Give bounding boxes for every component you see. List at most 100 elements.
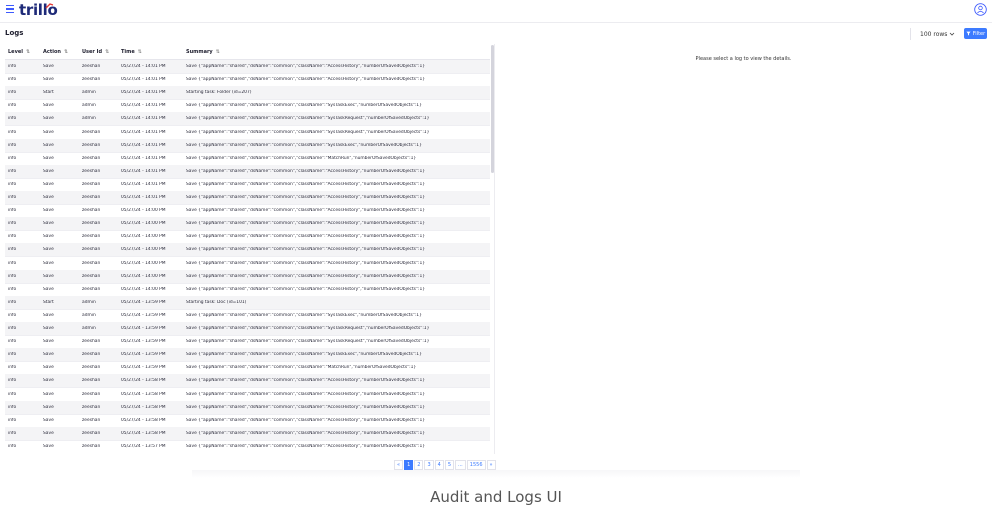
- cell-time: 05/27/24 - 14:01 PM: [121, 129, 166, 135]
- cell-user-id: zeeshan: [82, 286, 101, 292]
- table-row[interactable]: info Save zeeshan 05/27/24 - 14:01 PM Save {…: [5, 126, 490, 140]
- cell-user-id: admin: [82, 116, 96, 122]
- cell-user-id: zeeshan: [82, 391, 101, 397]
- table-row[interactable]: info Save zeeshan 05/27/24 - 13:58 PM Save {…: [5, 388, 490, 402]
- pagination-page-3[interactable]: 3: [424, 460, 434, 470]
- table-row[interactable]: info Save zeeshan 05/27/24 - 14:00 PM Save {…: [5, 269, 490, 284]
- column-header-summary[interactable]: Summary ⇅: [186, 49, 220, 55]
- cell-action: Save: [43, 417, 54, 423]
- cell-summary: Save {"appName":"shared","dsName":"commo…: [186, 142, 422, 148]
- column-header-time[interactable]: Time ⇅: [121, 49, 142, 55]
- cell-time: 05/27/24 - 13:59 PM: [121, 299, 166, 305]
- cell-action: Save: [43, 195, 54, 200]
- cell-summary: Save {"appName":"shared","dsName":"commo…: [186, 103, 422, 109]
- cell-level: info: [8, 286, 17, 292]
- table-row[interactable]: info Start admin 05/27/24 - 13:59 PM Startin…: [5, 295, 490, 310]
- cell-summary: Save {"appName":"shared","dsName":"commo…: [186, 326, 430, 331]
- pagination-prev[interactable]: «: [394, 460, 404, 470]
- column-header-level[interactable]: Level ⇅: [8, 49, 30, 55]
- cell-level: info: [8, 273, 17, 279]
- table-row[interactable]: info Save zeeshan 05/27/24 - 13:59 PM Save {…: [5, 361, 490, 376]
- top-bar: trillo: [0, 0, 992, 23]
- cell-action: Save: [43, 116, 54, 122]
- pagination-page-4[interactable]: 4: [434, 460, 444, 470]
- cell-action: Save: [43, 221, 54, 227]
- table-row[interactable]: info Save admin 05/27/24 - 14:01 PM Save {"a…: [5, 99, 490, 114]
- table-row[interactable]: info Save admin 05/27/24 - 13:59 PM Save {"a…: [5, 309, 490, 323]
- cell-user-id: zeeshan: [82, 77, 101, 83]
- cell-level: info: [8, 195, 17, 200]
- column-header-user-id[interactable]: User Id ⇅: [82, 49, 109, 55]
- pagination-page-2[interactable]: 2: [414, 460, 424, 470]
- cell-summary: Save {"appName":"shared","dsName":"commo…: [186, 247, 426, 253]
- pagination-page-1[interactable]: 1: [404, 460, 414, 470]
- table-row[interactable]: info Save zeeshan 05/27/24 - 13:58 PM Save {…: [5, 400, 490, 415]
- table-row[interactable]: info Save zeeshan 05/27/24 - 13:58 PM Save {…: [5, 414, 490, 428]
- cell-time: 05/27/24 - 13:59 PM: [121, 326, 166, 331]
- cell-time: 05/27/24 - 14:00 PM: [121, 234, 166, 240]
- pagination-page-5[interactable]: 5: [444, 460, 454, 470]
- table-row[interactable]: info Save zeeshan 05/27/24 - 14:00 PM Save {…: [5, 230, 490, 245]
- table-row[interactable]: info Save zeeshan 05/27/24 - 14:01 PM Save {…: [5, 164, 490, 179]
- pagination-last-page[interactable]: 1556: [466, 460, 486, 470]
- table-row[interactable]: info Save zeeshan 05/27/24 - 14:00 PM Save {…: [5, 283, 490, 297]
- cell-action: Save: [43, 312, 54, 318]
- cell-summary: Save {"appName":"shared","dsName":"commo…: [186, 64, 426, 69]
- table-row[interactable]: info Save zeeshan 05/27/24 - 14:00 PM Save {…: [5, 204, 490, 219]
- cell-summary: Save {"appName":"shared","dsName":"commo…: [186, 391, 426, 397]
- cell-user-id: zeeshan: [82, 273, 101, 279]
- cell-summary: Save {"appName":"shared","dsName":"commo…: [186, 443, 426, 449]
- hamburger-menu-icon[interactable]: [6, 5, 14, 13]
- table-row[interactable]: info Save zeeshan 05/27/24 - 14:01 PM Save {…: [5, 60, 490, 74]
- cell-action: Save: [43, 430, 54, 436]
- cell-level: info: [8, 430, 17, 436]
- cell-level: info: [8, 142, 17, 148]
- table-row[interactable]: info Save admin 05/27/24 - 14:01 PM Save {"a…: [5, 112, 490, 127]
- column-header-action[interactable]: Action ⇅: [43, 49, 68, 55]
- cell-summary: Save {"appName":"shared","dsName":"commo…: [186, 339, 430, 345]
- cell-time: 05/27/24 - 14:01 PM: [121, 77, 166, 83]
- table-row[interactable]: info Save zeeshan 05/27/24 - 14:00 PM Save {…: [5, 217, 490, 232]
- cell-summary: Save {"appName":"shared","dsName":"commo…: [186, 77, 426, 83]
- cell-time: 05/27/24 - 13:58 PM: [121, 391, 166, 397]
- cell-action: Save: [43, 129, 54, 135]
- table-row[interactable]: info Save zeeshan 05/27/24 - 14:01 PM Save {…: [5, 191, 490, 205]
- cell-summary: Save {"appName":"shared","dsName":"commo…: [186, 168, 426, 174]
- rows-per-page-select[interactable]: 100 rows: [910, 28, 958, 40]
- cell-level: info: [8, 312, 17, 318]
- pagination-next[interactable]: »: [486, 460, 496, 470]
- table-row[interactable]: info Save zeeshan 05/27/24 - 14:01 PM Save {…: [5, 178, 490, 192]
- cell-level: info: [8, 116, 17, 122]
- cell-user-id: zeeshan: [82, 260, 101, 266]
- table-row[interactable]: info Save zeeshan 05/27/24 - 14:01 PM Save {…: [5, 73, 490, 88]
- table-row[interactable]: info Save zeeshan 05/27/24 - 13:58 PM Save {…: [5, 426, 490, 441]
- cell-level: info: [8, 378, 17, 384]
- cell-time: 05/27/24 - 14:01 PM: [121, 168, 166, 174]
- cell-user-id: zeeshan: [82, 64, 101, 69]
- cell-user-id: admin: [82, 326, 96, 331]
- table-row[interactable]: info Save zeeshan 05/27/24 - 14:01 PM Save {…: [5, 138, 490, 153]
- cell-time: 05/27/24 - 14:01 PM: [121, 181, 166, 187]
- table-row[interactable]: info Save zeeshan 05/27/24 - 14:00 PM Save {…: [5, 257, 490, 271]
- panel-divider: [494, 44, 495, 454]
- table-row[interactable]: info Save zeeshan 05/27/24 - 13:58 PM Save {…: [5, 374, 490, 389]
- cell-level: info: [8, 90, 17, 96]
- cell-summary: Save {"appName":"shared","dsName":"commo…: [186, 430, 426, 436]
- cell-action: Save: [43, 142, 54, 148]
- table-row[interactable]: info Save zeeshan 05/27/24 - 13:59 PM Save {…: [5, 348, 490, 363]
- cell-summary: Save {"appName":"shared","dsName":"commo…: [186, 273, 426, 279]
- cell-action: Save: [43, 168, 54, 174]
- table-row[interactable]: info Save zeeshan 05/27/24 - 14:00 PM Save {…: [5, 243, 490, 258]
- cell-time: 05/27/24 - 13:59 PM: [121, 312, 166, 318]
- table-row[interactable]: info Save zeeshan 05/27/24 - 14:01 PM Save {…: [5, 152, 490, 166]
- user-circle-icon[interactable]: [974, 3, 987, 16]
- cell-level: info: [8, 404, 17, 410]
- table-row[interactable]: info Save zeeshan 05/27/24 - 13:59 PM Save {…: [5, 335, 490, 350]
- cell-action: Start: [43, 299, 54, 305]
- cell-time: 05/27/24 - 14:00 PM: [121, 208, 166, 214]
- table-row[interactable]: info Start admin 05/27/24 - 14:01 PM Startin…: [5, 86, 490, 101]
- table-row[interactable]: info Save zeeshan 05/27/24 - 13:57 PM Save {…: [5, 440, 490, 452]
- table-row[interactable]: info Save admin 05/27/24 - 13:59 PM Save {"a…: [5, 322, 490, 336]
- cell-user-id: admin: [82, 299, 96, 305]
- filter-button[interactable]: Filter: [964, 28, 987, 39]
